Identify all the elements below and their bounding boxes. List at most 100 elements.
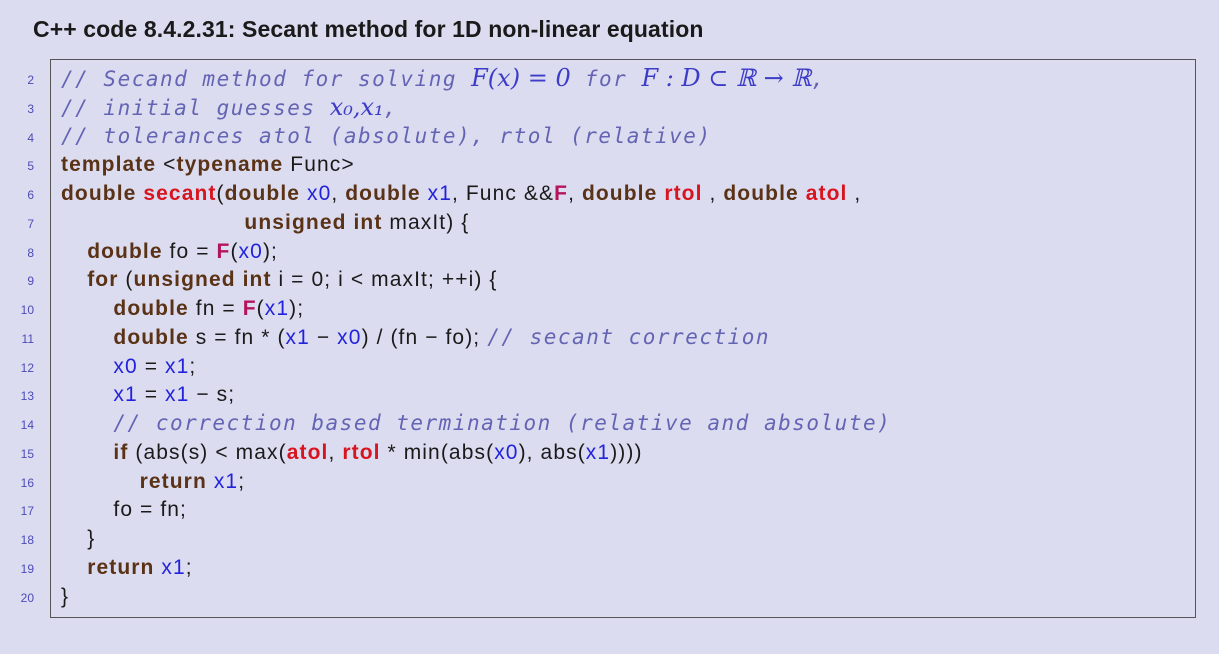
line-number: 12 xyxy=(20,360,34,375)
code-line: 9 for (unsigned int i = 0; i < maxIt; ++i… xyxy=(0,265,1219,294)
code-line: 11 double s = fn * (x1 − x0) / (fn − fo);… xyxy=(0,323,1219,352)
code-token-plain: , xyxy=(328,440,343,464)
code-token-plain: ( xyxy=(230,239,239,263)
code-text: double fn = F(x1); xyxy=(113,294,304,323)
code-token-comment: // tolerances atol (absolute), rtol (rel… xyxy=(61,123,712,148)
code-token-kw: return xyxy=(139,469,207,493)
code-token-comment: // Secand method for solving xyxy=(61,67,472,91)
code-token-var: x1 xyxy=(161,555,186,579)
line-number: 10 xyxy=(20,303,34,317)
code-token-red: atol xyxy=(286,440,329,464)
code-line: 18} xyxy=(0,524,1219,553)
code-token-kw: double xyxy=(581,182,658,205)
code-text: double secant(double x0, double x1, Func… xyxy=(61,179,861,208)
line-number: 17 xyxy=(20,504,34,519)
code-token-kw: double xyxy=(224,182,301,205)
code-token-plain: s = fn * ( xyxy=(188,325,286,349)
code-token-plain: , xyxy=(702,182,724,205)
code-token-comment: for xyxy=(570,67,642,91)
code-token-kw: if xyxy=(113,440,129,464)
code-line: 12 x0 = x1; xyxy=(0,352,1219,381)
code-token-plain: ; xyxy=(238,469,246,493)
code-token-plain: , xyxy=(568,182,582,205)
line-number: 4 xyxy=(27,130,34,145)
code-token-var: x1 xyxy=(264,297,290,320)
line-number: 20 xyxy=(20,590,34,605)
code-token-comment: // initial guesses xyxy=(61,95,330,120)
code-token-var: x0 xyxy=(494,440,519,464)
code-token-fn: F xyxy=(242,297,257,320)
code-token-var: x1 xyxy=(285,325,310,349)
line-number: 15 xyxy=(20,446,34,461)
code-token-plain: − xyxy=(309,325,338,349)
code-token-fn: F xyxy=(554,182,569,205)
code-token-math: F : D ⊂ ℝ → ℝ xyxy=(641,64,812,92)
code-token-plain: )))) xyxy=(610,440,643,464)
line-number: 18 xyxy=(20,533,34,547)
code-token-plain: Func> xyxy=(283,153,355,177)
line-number: 13 xyxy=(20,389,34,404)
code-token-plain: ); xyxy=(262,239,278,263)
code-token-var: x0 xyxy=(113,354,138,378)
code-token-math: x₀,x₁ xyxy=(329,92,384,121)
line-number: 7 xyxy=(27,216,34,231)
code-token-plain: = xyxy=(137,383,166,407)
line-number: 16 xyxy=(20,475,34,490)
code-text: // initial guesses x₀,x₁, xyxy=(61,93,398,123)
code-token-kw: unsigned int xyxy=(244,210,383,234)
code-line: 2 // Secand method for solving F(x) = 0 f… xyxy=(0,64,1219,93)
code-line: 10 double fn = F(x1); xyxy=(0,294,1219,323)
code-token-var: x1 xyxy=(213,469,239,493)
code-token-kw: unsigned int xyxy=(133,268,272,292)
code-token-var: x1 xyxy=(165,354,190,378)
code-token-plain: ), abs( xyxy=(518,440,586,464)
code-text: // tolerances atol (absolute), rtol (rel… xyxy=(61,122,712,151)
code-token-var: x1 xyxy=(113,383,138,407)
code-token-plain: ( xyxy=(256,297,265,320)
code-token-comment: , xyxy=(811,67,826,91)
line-number: 14 xyxy=(20,418,34,432)
code-text: x0 = x1; xyxy=(113,352,196,381)
code-token-var: x0 xyxy=(238,239,263,263)
code-token-plain: ; xyxy=(189,354,197,378)
code-text: // Secand method for solving F(x) = 0 fo… xyxy=(61,64,825,94)
code-line: 20} xyxy=(0,582,1219,611)
code-token-red: rtol xyxy=(342,440,381,464)
code-text: } xyxy=(61,582,69,611)
code-token-kw: double xyxy=(723,182,799,205)
code-text: double s = fn * (x1 − x0) / (fn − fo); /… xyxy=(113,323,770,352)
line-number: 11 xyxy=(21,331,34,346)
code-token-comment: , xyxy=(383,95,398,120)
code-text: // correction based termination (relativ… xyxy=(113,409,891,438)
code-token-plain: (abs(s) < max( xyxy=(128,440,287,464)
code-line: 17 fo = fn; xyxy=(0,495,1219,524)
code-token-red: atol xyxy=(805,182,848,205)
code-token-plain: ); xyxy=(289,297,305,320)
code-token-red: rtol xyxy=(664,182,703,205)
code-token-kw: typename xyxy=(176,153,284,177)
code-token-var: x0 xyxy=(306,182,332,205)
code-text: fo = fn; xyxy=(113,495,187,524)
code-token-plain: fn = xyxy=(188,297,243,320)
code-token-kw: template xyxy=(61,153,157,177)
code-text: return x1; xyxy=(140,467,246,496)
code-token-kw: double xyxy=(61,182,137,205)
code-token-kw: return xyxy=(87,555,155,579)
code-token-plain: ; xyxy=(185,555,193,579)
code-token-plain: } xyxy=(61,584,70,608)
code-text: double fo = F(x0); xyxy=(87,237,278,266)
code-line: 15 if (abs(s) < max(atol, rtol * min(abs(… xyxy=(0,438,1219,467)
code-token-plain: maxIt) { xyxy=(382,210,470,234)
code-token-plain: < xyxy=(156,153,177,177)
code-listing-title: C++ code 8.4.2.31: Secant method for 1D … xyxy=(33,16,704,42)
code-text: return x1; xyxy=(87,553,193,582)
line-number: 3 xyxy=(27,101,34,116)
line-number: 19 xyxy=(20,561,34,576)
code-token-plain: fo = xyxy=(162,239,217,263)
code-token-plain: fo = fn; xyxy=(113,498,187,522)
code-line: 13 x1 = x1 − s; xyxy=(0,380,1219,409)
